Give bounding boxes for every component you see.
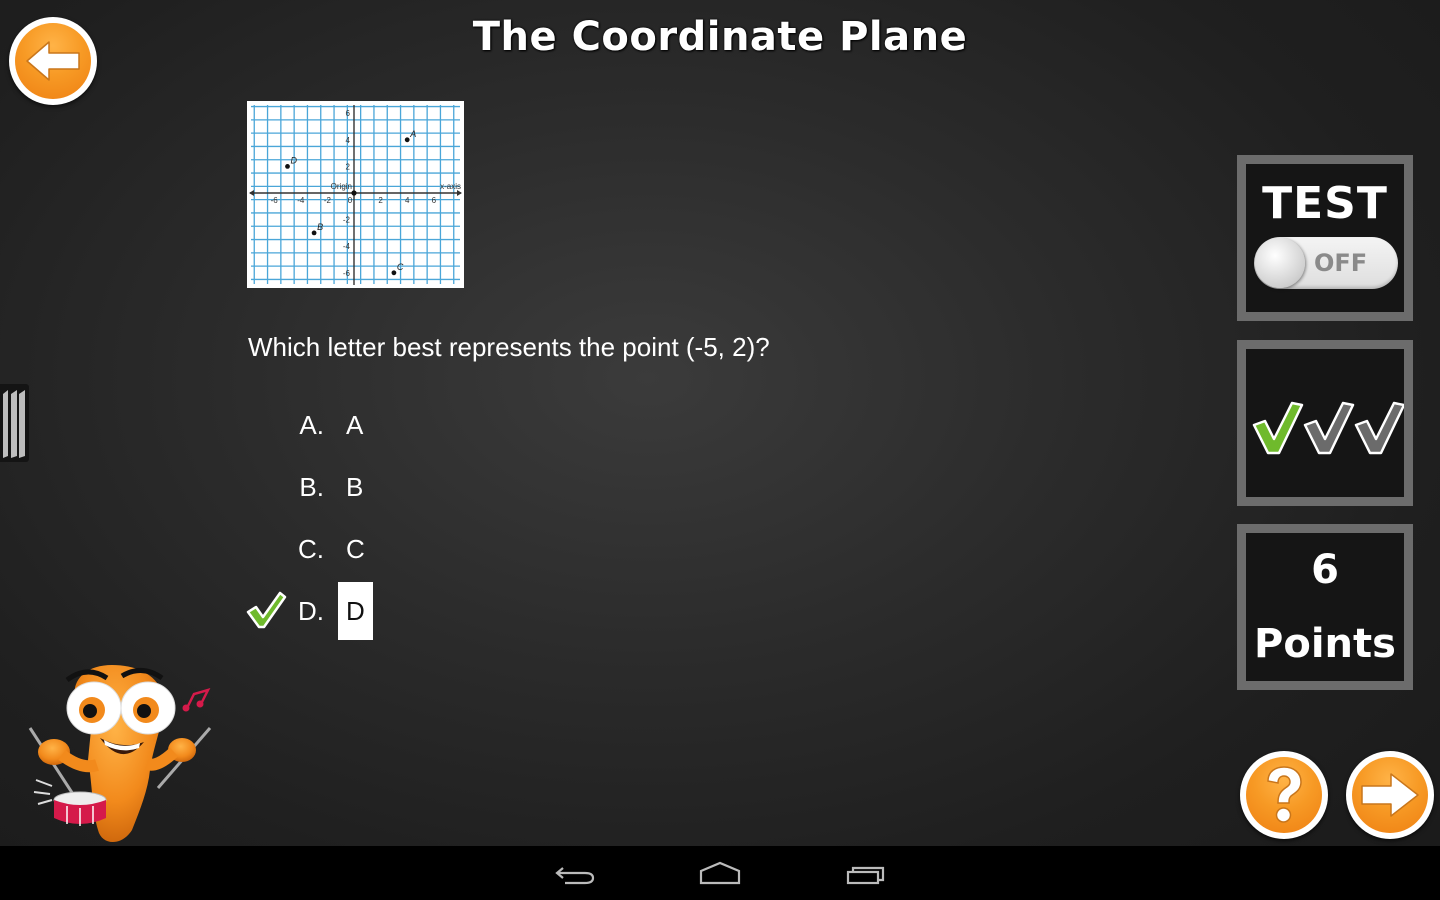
test-mode-panel: TEST OFF	[1237, 155, 1413, 321]
arrow-right-icon	[1361, 773, 1419, 817]
side-drawer-handle[interactable]	[0, 384, 29, 462]
point-label-a: A	[409, 129, 416, 139]
x-axis-label: x-axis	[440, 182, 461, 191]
plotted-point-c	[391, 270, 397, 276]
y-tick-label: -6	[343, 269, 351, 278]
streak-checks	[1252, 401, 1404, 455]
points-panel: 6 Points	[1237, 524, 1413, 690]
x-axis-arrow-left	[249, 190, 254, 196]
streak-panel	[1237, 340, 1413, 506]
test-mode-toggle[interactable]: OFF	[1254, 237, 1398, 289]
x-tick-label: 2	[378, 196, 383, 205]
option-value-selected[interactable]: D	[338, 582, 373, 640]
toggle-knob[interactable]	[1255, 238, 1305, 288]
help-button[interactable]	[1240, 751, 1328, 839]
drummer-mascot-illustration	[28, 665, 212, 842]
points-panel-inner: 6 Points	[1246, 533, 1404, 681]
point-label-b: B	[317, 222, 323, 232]
app-area: The Coordinate Plane -6 -4 -2 0 2 4 6 6 4 2 -2 -4 -6…	[0, 0, 1440, 846]
y-tick-label: 4	[346, 136, 351, 145]
point-label-d: D	[291, 155, 298, 165]
x-tick-label: 6	[432, 196, 437, 205]
x-tick-label: -2	[324, 196, 332, 205]
plotted-point-d	[285, 164, 290, 169]
page-title: The Coordinate Plane	[472, 14, 968, 60]
option-letter: D.	[298, 595, 324, 626]
option-value[interactable]: C	[338, 520, 373, 578]
x-tick-label: -4	[297, 196, 305, 205]
option-letter: A.	[299, 409, 324, 440]
y-tick-label: -4	[343, 242, 351, 251]
option-letter: C.	[298, 533, 324, 564]
toggle-state-label: OFF	[1314, 249, 1368, 277]
correct-check-icon	[246, 591, 287, 629]
system-navigation-bar	[0, 846, 1440, 900]
answer-option-c[interactable]: C. C	[290, 529, 373, 569]
plotted-point-a	[404, 137, 410, 143]
y-tick-label: 2	[346, 162, 351, 171]
answer-option-b[interactable]: B. B	[290, 467, 371, 507]
x-tick-label: 0	[348, 196, 353, 205]
question-text: Which letter best represents the point (…	[248, 332, 770, 362]
streak-panel-inner	[1246, 349, 1404, 497]
help-button-face	[1246, 757, 1322, 833]
y-tick-label: -2	[343, 216, 351, 225]
next-button-face	[1352, 757, 1428, 833]
question-mark-icon	[1267, 766, 1302, 823]
test-label: TEST	[1262, 178, 1388, 229]
coordinate-plane-figure: -6 -4 -2 0 2 4 6 6 4 2 -2 -4 -6 Origin x-axis A B C D	[247, 101, 464, 288]
y-tick-label: 6	[346, 109, 351, 118]
option-value[interactable]: B	[338, 458, 371, 516]
points-value: 6	[1311, 547, 1339, 593]
streak-check-pending-icon	[1354, 401, 1404, 455]
origin-point	[351, 190, 357, 196]
answer-option-d[interactable]: D. D	[290, 582, 373, 640]
nav-back-icon[interactable]	[551, 858, 601, 888]
x-tick-label: 4	[405, 196, 410, 205]
x-tick-label: -6	[271, 196, 279, 205]
nav-recents-icon[interactable]	[840, 858, 890, 888]
points-label: Points	[1254, 621, 1396, 667]
answer-option-a[interactable]: A. A	[290, 405, 371, 445]
test-mode-panel-inner: TEST OFF	[1246, 164, 1404, 312]
streak-check-complete-icon	[1252, 401, 1304, 455]
nav-home-icon[interactable]	[695, 858, 745, 888]
plotted-point-b	[311, 230, 317, 236]
point-label-c: C	[397, 262, 404, 272]
next-button[interactable]	[1346, 751, 1434, 839]
option-letter: B.	[299, 471, 324, 502]
streak-check-pending-icon	[1303, 401, 1355, 455]
origin-label: Origin	[331, 182, 352, 191]
drawer-handle-icon	[3, 390, 25, 458]
coordinate-plane-svg: -6 -4 -2 0 2 4 6 6 4 2 -2 -4 -6 Origin x-axis A B C D	[249, 105, 462, 285]
option-value[interactable]: A	[338, 396, 371, 454]
